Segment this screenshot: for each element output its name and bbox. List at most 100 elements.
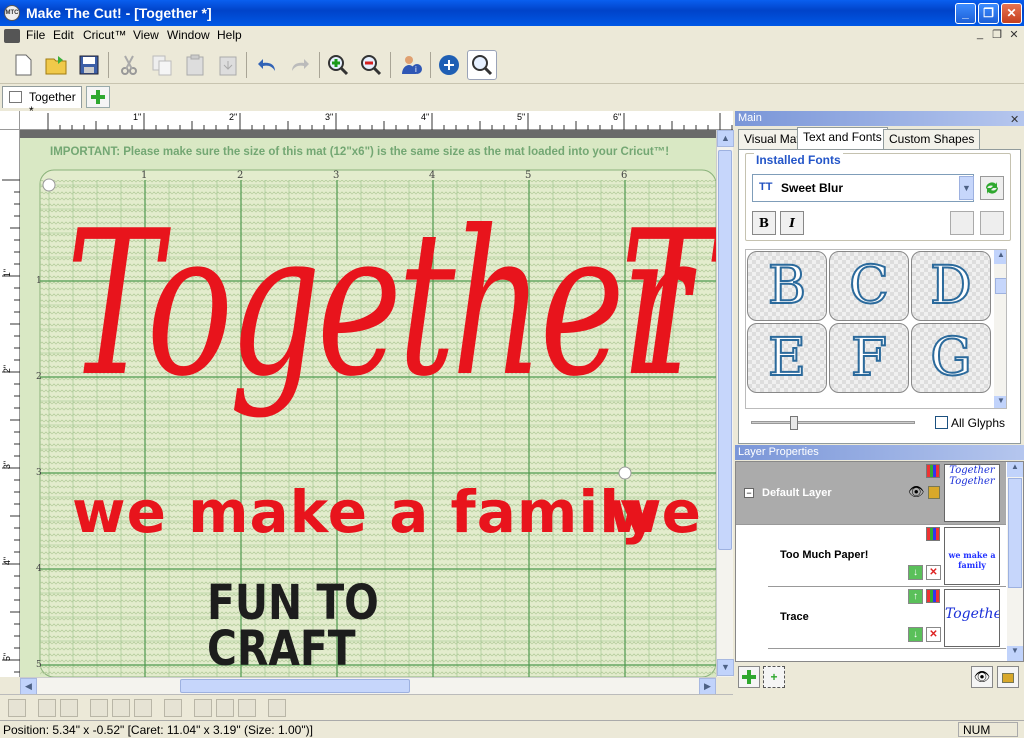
layer-row-default[interactable]: − Default Layer 👁 Together Together bbox=[736, 462, 1006, 525]
menu-window[interactable]: Window bbox=[167, 28, 210, 42]
eye-icon[interactable]: 👁 bbox=[908, 484, 925, 500]
vertical-scrollbar[interactable]: ▲ ▼ bbox=[716, 130, 734, 677]
maximize-button[interactable]: ❐ bbox=[978, 3, 999, 24]
save-icon[interactable] bbox=[74, 50, 104, 80]
scroll-thumb[interactable] bbox=[1008, 478, 1022, 588]
delete-icon[interactable]: ✕ bbox=[926, 565, 941, 580]
layer-row-too-much-paper[interactable]: Too Much Paper! ↓ ✕ we make a family bbox=[768, 525, 1006, 587]
scroll-left-icon[interactable]: ◀ bbox=[20, 678, 37, 695]
panel-close-icon[interactable]: ✕ bbox=[1010, 113, 1019, 126]
tab-text-and-fonts[interactable]: Text and Fonts bbox=[797, 127, 888, 149]
close-button[interactable]: ✕ bbox=[1001, 3, 1022, 24]
scroll-thumb[interactable] bbox=[718, 150, 732, 550]
glyph-tile[interactable]: E bbox=[747, 323, 827, 393]
horizontal-ruler[interactable]: 1" 2" 3" 4" 5" 6" bbox=[20, 111, 805, 130]
layer-row-trace[interactable]: Trace ↑ ↓ ✕ Together bbox=[768, 587, 1006, 649]
menu-file[interactable]: File bbox=[26, 28, 45, 42]
add-sublayer-button[interactable]: + bbox=[763, 666, 785, 688]
together-script-text-repeat[interactable]: T bbox=[620, 190, 716, 420]
rotate-icon[interactable] bbox=[134, 699, 152, 717]
lock-icon[interactable] bbox=[928, 486, 940, 499]
scroll-down-icon[interactable]: ▼ bbox=[994, 396, 1006, 408]
arrange-icon[interactable] bbox=[164, 699, 182, 717]
glyph-grid[interactable]: B C D E F G ▲ ▼ bbox=[745, 249, 1007, 409]
break-apart-icon[interactable] bbox=[238, 699, 256, 717]
minimize-button[interactable]: _ bbox=[955, 3, 976, 24]
add-tab-button[interactable] bbox=[86, 86, 110, 108]
tab-visual-mat[interactable]: Visual Mat bbox=[738, 129, 806, 149]
color-palette-icon[interactable] bbox=[926, 589, 940, 603]
glyph-tile[interactable]: C bbox=[829, 251, 909, 321]
scroll-thumb[interactable] bbox=[180, 679, 410, 693]
undo-icon[interactable] bbox=[252, 50, 282, 80]
new-document-icon[interactable] bbox=[8, 50, 38, 80]
tab-custom-shapes[interactable]: Custom Shapes bbox=[883, 129, 981, 149]
scroll-up-icon[interactable]: ▲ bbox=[994, 250, 1006, 264]
zoom-tool-icon[interactable] bbox=[467, 50, 497, 80]
weld-icon[interactable] bbox=[194, 699, 212, 717]
shadow-icon[interactable] bbox=[216, 699, 234, 717]
slider-handle[interactable] bbox=[790, 416, 798, 430]
group-icon[interactable] bbox=[268, 699, 286, 717]
scroll-up-icon[interactable]: ▲ bbox=[717, 130, 734, 147]
add-layer-button[interactable] bbox=[738, 666, 760, 688]
lock-icon[interactable] bbox=[997, 666, 1019, 688]
edit-text-icon[interactable] bbox=[980, 211, 1004, 235]
zoom-in-icon[interactable] bbox=[323, 50, 353, 80]
refresh-fonts-button[interactable] bbox=[980, 176, 1004, 200]
bold-button[interactable]: B bbox=[752, 211, 776, 235]
doc-minimize-icon[interactable]: _ bbox=[972, 28, 988, 42]
glyph-tile[interactable]: D bbox=[911, 251, 991, 321]
font-select[interactable]: TT Sweet Blur ▼ bbox=[752, 174, 974, 202]
cut-icon[interactable] bbox=[114, 50, 144, 80]
glyph-size-slider[interactable] bbox=[751, 416, 915, 430]
italic-button[interactable]: I bbox=[780, 211, 804, 235]
move-up-icon[interactable]: ↑ bbox=[908, 589, 923, 604]
color-palette-icon[interactable] bbox=[926, 527, 940, 541]
text-tool-icon[interactable] bbox=[950, 211, 974, 235]
we-make-a-family-text[interactable]: we make a family bbox=[72, 478, 659, 546]
vertical-ruler[interactable]: 1" 2" 3" 4" 5" bbox=[0, 130, 20, 733]
scroll-down-icon[interactable]: ▼ bbox=[1007, 646, 1023, 661]
layer-scrollbar[interactable]: ▲ ▼ bbox=[1007, 462, 1023, 661]
menu-edit[interactable]: Edit bbox=[53, 28, 74, 42]
move-down-icon[interactable]: ↓ bbox=[908, 565, 923, 580]
collapse-icon[interactable]: − bbox=[744, 488, 754, 498]
layer-row-partial[interactable] bbox=[768, 649, 1006, 661]
redo-icon[interactable] bbox=[285, 50, 315, 80]
we-make-a-family-text-repeat[interactable]: we bbox=[608, 478, 701, 546]
horizontal-scrollbar[interactable]: ◀ ▶ bbox=[20, 677, 716, 695]
flip-horizontal-icon[interactable] bbox=[38, 699, 56, 717]
doc-restore-icon[interactable]: ❐ bbox=[989, 28, 1005, 42]
cricut-cut-icon[interactable] bbox=[434, 50, 464, 80]
dropdown-chevron-icon[interactable]: ▼ bbox=[959, 176, 974, 200]
scroll-up-icon[interactable]: ▲ bbox=[1007, 462, 1023, 477]
paste-icon[interactable] bbox=[180, 50, 210, 80]
layer-list[interactable]: − Default Layer 👁 Together Together Too … bbox=[735, 461, 1024, 662]
scroll-right-icon[interactable]: ▶ bbox=[699, 678, 716, 695]
cutting-mat-canvas[interactable]: IMPORTANT: Please make sure the size of … bbox=[20, 130, 716, 677]
menu-view[interactable]: View bbox=[133, 28, 159, 42]
scroll-down-icon[interactable]: ▼ bbox=[717, 659, 734, 676]
doc-close-icon[interactable]: ✕ bbox=[1006, 28, 1022, 42]
distribute-icon[interactable] bbox=[112, 699, 130, 717]
open-folder-icon[interactable] bbox=[41, 50, 71, 80]
glyph-scrollbar[interactable]: ▲ ▼ bbox=[994, 250, 1006, 408]
move-down-icon[interactable]: ↓ bbox=[908, 627, 923, 642]
zoom-out-icon[interactable] bbox=[356, 50, 386, 80]
paste-in-place-icon[interactable] bbox=[213, 50, 243, 80]
delete-icon[interactable]: ✕ bbox=[926, 627, 941, 642]
tab-together[interactable]: Together * bbox=[2, 86, 82, 118]
eye-icon[interactable]: 👁 bbox=[971, 666, 993, 688]
all-glyphs-checkbox[interactable] bbox=[935, 416, 948, 429]
align-icon[interactable] bbox=[90, 699, 108, 717]
document-icon[interactable] bbox=[4, 29, 20, 43]
flip-vertical-icon[interactable] bbox=[60, 699, 78, 717]
copy-icon[interactable] bbox=[147, 50, 177, 80]
menu-help[interactable]: Help bbox=[217, 28, 242, 42]
together-script-text[interactable]: Together bbox=[66, 190, 689, 420]
user-help-icon[interactable]: i bbox=[396, 50, 426, 80]
glyph-tile[interactable]: G bbox=[911, 323, 991, 393]
menu-cricut[interactable]: Cricut™ bbox=[83, 28, 126, 42]
color-palette-icon[interactable] bbox=[926, 464, 940, 478]
